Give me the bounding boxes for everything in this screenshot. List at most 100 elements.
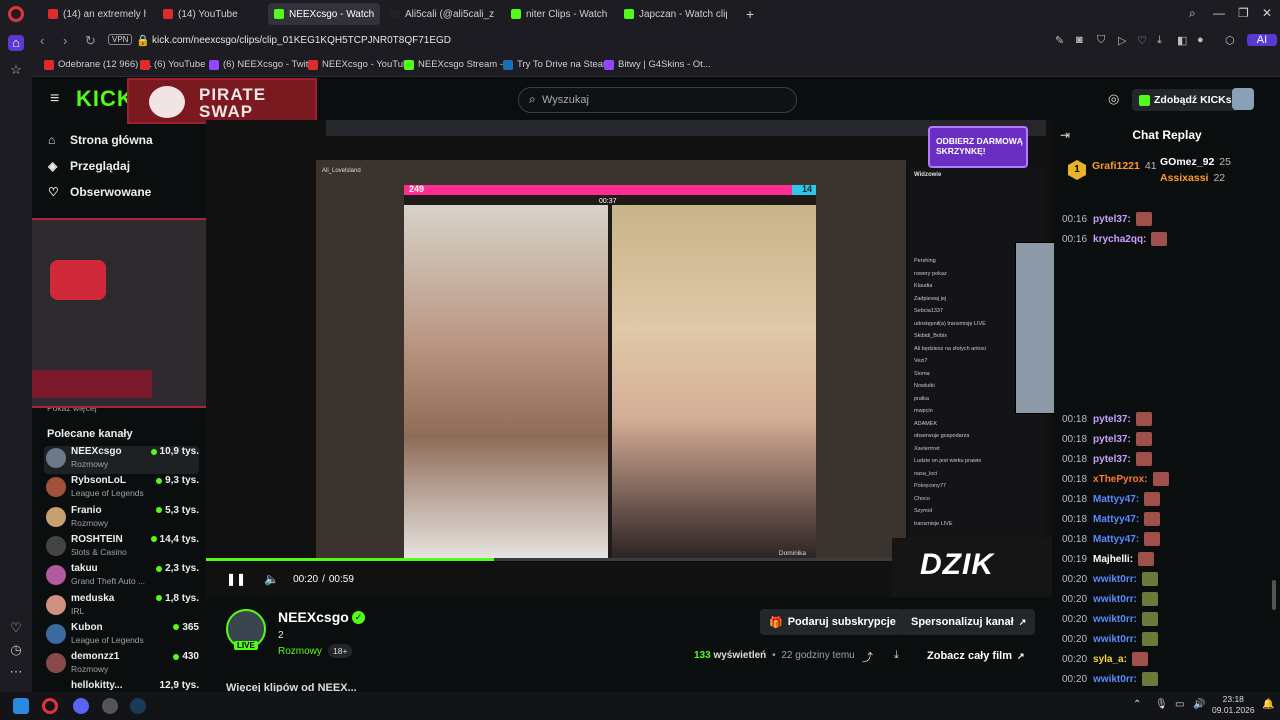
obs-icon[interactable] xyxy=(102,698,118,714)
camera-icon[interactable]: ◙ xyxy=(1076,34,1083,46)
chat-username[interactable]: xThePyrox: xyxy=(1093,474,1147,485)
chat-username[interactable]: pytel37: xyxy=(1093,434,1131,445)
browser-tab[interactable]: NEEXcsgo - Watch clip xyxy=(268,3,380,25)
chat-username[interactable]: wwikt0rr: xyxy=(1093,674,1137,685)
opera-logo-icon[interactable] xyxy=(8,6,24,22)
chat-username[interactable]: Mattyy47: xyxy=(1093,494,1139,505)
mic-icon[interactable]: 🎙 xyxy=(1155,699,1168,710)
back-icon[interactable]: ‹ xyxy=(40,33,44,48)
recommended-channel[interactable]: NEEXcsgo Rozmowy 10,9 tys. xyxy=(44,446,199,474)
get-kicks-button[interactable]: Zdobądź KICKs xyxy=(1132,89,1239,111)
radar-icon[interactable]: ◎ xyxy=(1108,91,1119,107)
profile-icon[interactable]: ● xyxy=(1197,34,1204,46)
star-icon[interactable]: ☆ xyxy=(8,62,24,78)
recommended-channel[interactable]: demonzz1 Rozmowy 430 xyxy=(44,651,199,679)
bookmark-item[interactable]: NEEXcsgo - YouTube xyxy=(308,59,414,70)
address-bar: ‹ › ↻ VPN 🔒 kick.com/neexcsgo/clips/clip… xyxy=(32,28,1280,53)
chat-username[interactable]: syla_a: xyxy=(1093,654,1127,665)
browser-tab[interactable]: (14) an extremely hard ga xyxy=(42,3,152,25)
play-icon[interactable]: ▷ xyxy=(1118,34,1126,47)
new-tab-button[interactable]: + xyxy=(740,3,756,25)
notifications-icon[interactable]: 🔔 xyxy=(1262,699,1274,710)
steam-icon[interactable] xyxy=(130,698,146,714)
extensions-icon[interactable]: ⬡ xyxy=(1225,34,1235,47)
history-icon[interactable]: ◷ xyxy=(8,642,24,658)
volume-icon[interactable]: 🔈 xyxy=(264,572,279,586)
gifter-entry[interactable]: Assixassi 22 xyxy=(1160,172,1225,184)
kick-logo[interactable]: KICK xyxy=(76,86,134,112)
chat-username[interactable]: wwikt0rr: xyxy=(1093,614,1137,625)
chat-username[interactable]: pytel37: xyxy=(1093,414,1131,425)
gifter-entry[interactable]: GOmez_92 25 xyxy=(1160,156,1231,168)
download-icon[interactable]: ⤓ xyxy=(1157,34,1162,47)
gifter-entry[interactable]: Grafi1221 41 xyxy=(1092,160,1157,172)
speaker-icon[interactable]: 🔊 xyxy=(1193,699,1205,710)
tab-search-icon[interactable]: ⌕ xyxy=(1189,6,1196,21)
wallet-icon[interactable]: ◧ xyxy=(1177,34,1187,47)
windows-start-icon[interactable] xyxy=(13,698,29,714)
bookmark-heart-icon[interactable]: ♡ xyxy=(1137,34,1147,47)
recommended-channel[interactable]: Franio Rozmowy 5,3 tys. xyxy=(44,505,199,533)
close-window-icon[interactable]: ✕ xyxy=(1262,6,1272,20)
bookmark-item[interactable]: NEEXcsgo Stream -... xyxy=(404,59,511,70)
channel-name[interactable]: NEEXcsgo xyxy=(278,609,349,625)
chat-username[interactable]: Mattyy47: xyxy=(1093,534,1139,545)
minimize-icon[interactable]: — xyxy=(1213,6,1225,20)
edit-icon[interactable]: ✎ xyxy=(1055,34,1064,47)
chat-username[interactable]: pytel37: xyxy=(1093,454,1131,465)
nav-item[interactable]: ♡ Obserwowane xyxy=(48,185,151,199)
maximize-icon[interactable]: ❐ xyxy=(1238,6,1249,20)
heart-icon[interactable]: ♡ xyxy=(8,620,24,636)
chat-scrollbar[interactable] xyxy=(1272,580,1276,610)
network-icon[interactable]: ▭ xyxy=(1175,699,1184,710)
url-field[interactable]: kick.com/neexcsgo/clips/clip_01KEG1KQH5T… xyxy=(152,35,451,46)
nav-item[interactable]: ⌂ Strona główna xyxy=(48,133,153,147)
clock[interactable]: 23:18 09.01.2026 xyxy=(1212,694,1255,716)
opera-taskbar-icon[interactable] xyxy=(42,698,58,714)
recommended-channel[interactable]: meduska IRL 1,8 tys. xyxy=(44,593,199,621)
recommended-channel[interactable]: ROSHTEIN Slots & Casino 14,4 tys. xyxy=(44,534,199,562)
chat-username[interactable]: wwikt0rr: xyxy=(1093,594,1137,605)
chat-username[interactable]: Mattyy47: xyxy=(1093,514,1139,525)
bookmark-item[interactable]: Odebrane (12 966) -... xyxy=(44,59,152,70)
chat-username[interactable]: wwikt0rr: xyxy=(1093,574,1137,585)
chat-username[interactable]: Majhelli: xyxy=(1093,554,1133,565)
chat-username[interactable]: wwikt0rr: xyxy=(1093,634,1137,645)
download-clip-icon[interactable]: ⤓ xyxy=(894,649,899,662)
chat-username[interactable]: krycha2qq: xyxy=(1093,234,1146,245)
more-icon[interactable]: ⋯ xyxy=(8,664,24,680)
forward-icon[interactable]: › xyxy=(63,33,67,48)
recommended-channel[interactable]: Kubon League of Legends 365 xyxy=(44,622,199,650)
browser-tab[interactable]: niter Clips - Watch Live or xyxy=(505,3,613,25)
nav-item[interactable]: ◈ Przeglądaj xyxy=(48,159,130,173)
user-avatar[interactable] xyxy=(1232,88,1254,110)
tray-chevron-icon[interactable]: ⌃ xyxy=(1133,699,1141,710)
browser-tab[interactable]: Ali5cali (@ali5cali_zapaso xyxy=(384,3,500,25)
video-player[interactable]: Ali_Lovelsland 249 14 00:37 Dominika Wid… xyxy=(206,120,1052,597)
browser-tab[interactable]: (14) YouTube xyxy=(157,3,262,25)
pause-icon[interactable]: ❚❚ xyxy=(226,572,246,586)
ai-button[interactable]: AI xyxy=(1247,34,1277,46)
browser-tab[interactable]: Japczan - Watch clips on K xyxy=(618,3,733,25)
customize-channel-button[interactable]: Spersonalizuj kanał ↗ xyxy=(902,609,1036,635)
bookmark-item[interactable]: (6) NEEXcsgo - Twitch xyxy=(209,59,318,70)
vpn-badge[interactable]: VPN xyxy=(108,34,133,45)
recommended-channel[interactable]: RybsonLoL League of Legends 9,3 tys. xyxy=(44,475,199,503)
bookmark-item[interactable]: Try To Drive na Steam xyxy=(503,59,611,70)
lock-icon[interactable]: 🔒 xyxy=(136,34,150,47)
channel-category[interactable]: Rozmowy xyxy=(278,646,322,657)
chat-username[interactable]: pytel37: xyxy=(1093,214,1131,225)
recommended-channel[interactable]: takuu Grand Theft Auto ... 2,3 tys. xyxy=(44,563,199,591)
search-box[interactable]: ⌕ Wyszukaj xyxy=(518,87,797,113)
gift-sub-button[interactable]: 🎁 Podaruj subskrypcje xyxy=(760,609,905,635)
share-icon[interactable]: ⤴ xyxy=(862,649,873,665)
discord-icon[interactable] xyxy=(73,698,89,714)
bookmark-item[interactable]: Bitwy | G4Skins - Ot... xyxy=(604,59,711,70)
partial-channel[interactable]: hellokitty... 12,9 tys. xyxy=(44,680,199,692)
bookmark-item[interactable]: (6) YouTube xyxy=(140,59,205,70)
reload-icon[interactable]: ↻ xyxy=(85,33,96,49)
menu-icon[interactable]: ≡ xyxy=(50,90,59,108)
watch-full-button[interactable]: Zobacz cały film ↗ xyxy=(918,643,1034,669)
home-icon[interactable]: ⌂ xyxy=(8,35,24,51)
shield-icon[interactable]: ⛉ xyxy=(1097,34,1105,47)
